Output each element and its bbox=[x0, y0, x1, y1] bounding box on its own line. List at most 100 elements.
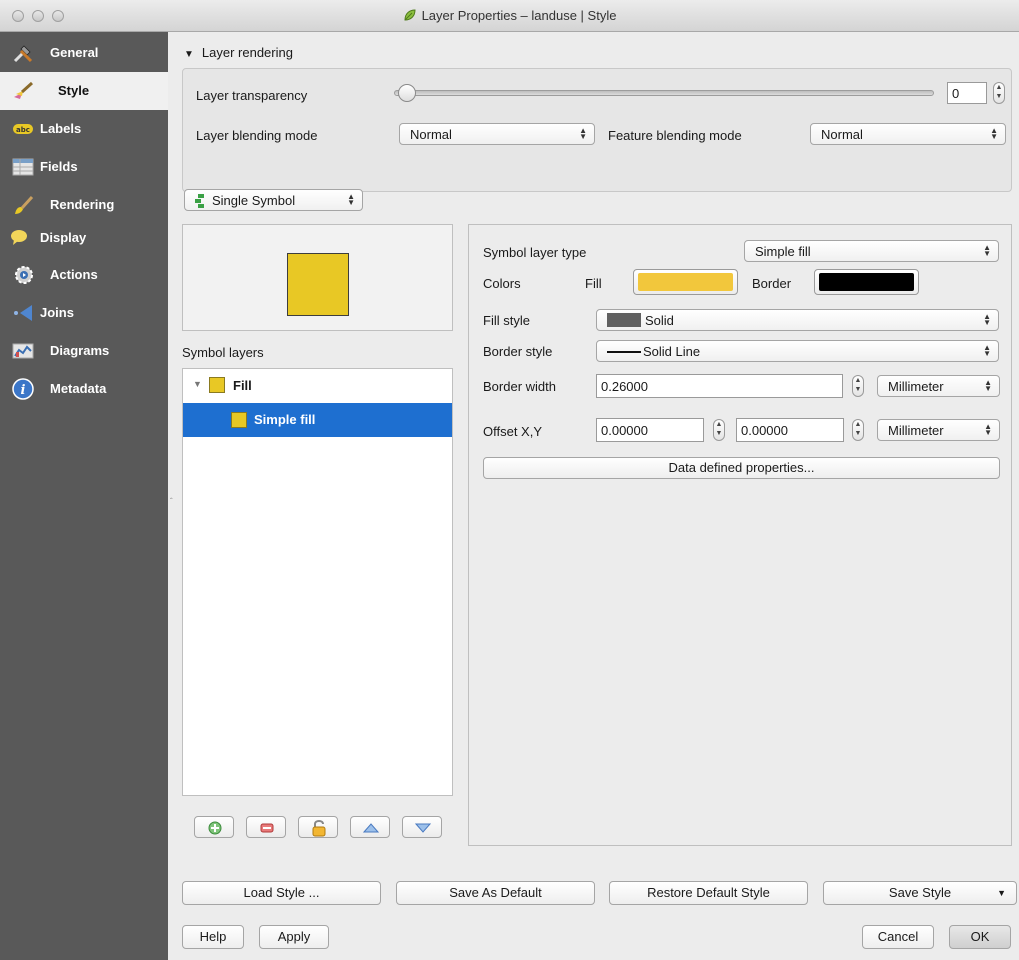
remove-symbol-layer-button[interactable] bbox=[246, 816, 286, 838]
sidebar-item-actions[interactable]: Actions bbox=[0, 256, 168, 294]
help-button[interactable]: Help bbox=[182, 925, 244, 949]
border-style-label: Border style bbox=[483, 344, 553, 359]
sidebar-item-labels[interactable]: abc Labels bbox=[0, 110, 168, 148]
offset-label: Offset X,Y bbox=[483, 424, 543, 439]
tree-item-fill[interactable]: ▼ Fill bbox=[183, 369, 452, 403]
border-color-swatch bbox=[819, 273, 914, 291]
symbol-layer-type-label: Symbol layer type bbox=[483, 245, 587, 260]
colors-label: Colors bbox=[483, 276, 521, 291]
move-layer-down-button[interactable] bbox=[402, 816, 442, 838]
data-defined-properties-button[interactable]: Data defined properties... bbox=[483, 457, 1000, 479]
layer-blending-label: Layer blending mode bbox=[196, 128, 318, 143]
offset-x-input[interactable]: 0.00000 bbox=[596, 418, 704, 442]
border-color-label: Border bbox=[752, 276, 792, 291]
gear-icon bbox=[15, 266, 33, 284]
updown-arrow-icon: ▲ ▼ bbox=[990, 126, 998, 141]
collapse-triangle-icon[interactable]: ▼ bbox=[184, 49, 194, 60]
layer-rendering-header[interactable]: ▼ Layer rendering bbox=[184, 45, 293, 60]
chart-icon bbox=[12, 343, 34, 359]
symbol-layers-tree: ▼ Fill Simple fill bbox=[182, 368, 453, 796]
symbol-layers-label: Symbol layers bbox=[182, 345, 264, 360]
save-as-default-button[interactable]: Save As Default bbox=[396, 881, 595, 905]
speech-bubble-icon bbox=[11, 230, 27, 245]
info-icon: i bbox=[12, 378, 34, 400]
lock-icon bbox=[312, 820, 326, 837]
feature-blending-label: Feature blending mode bbox=[608, 128, 742, 143]
sidebar-item-metadata[interactable]: i Metadata bbox=[0, 370, 168, 408]
splitter-handle[interactable]: ˆ bbox=[170, 497, 173, 506]
single-symbol-icon bbox=[195, 194, 204, 208]
title-bar: Layer Properties – landuse | Style bbox=[0, 0, 1019, 32]
layer-transparency-spinbox[interactable]: 0 bbox=[947, 82, 987, 104]
brush-icon bbox=[15, 195, 34, 214]
restore-default-style-button[interactable]: Restore Default Style bbox=[609, 881, 808, 905]
lock-symbol-layer-button[interactable] bbox=[298, 816, 338, 838]
border-color-button[interactable] bbox=[814, 269, 919, 295]
transparency-stepper[interactable]: ▲ ▼ bbox=[993, 82, 1005, 104]
arrow-up-icon bbox=[363, 823, 379, 833]
tools-icon bbox=[13, 45, 33, 63]
solid-line-preview-icon bbox=[607, 351, 641, 353]
join-arrow-icon bbox=[14, 305, 32, 321]
feature-blending-select[interactable]: Normal ▲ ▼ bbox=[810, 123, 1006, 145]
offset-y-input[interactable]: 0.00000 bbox=[736, 418, 844, 442]
renderer-select[interactable]: Single Symbol ▲ ▼ bbox=[184, 189, 363, 211]
sidebar-item-fields[interactable]: Fields bbox=[0, 148, 168, 186]
cancel-button[interactable]: Cancel bbox=[862, 925, 934, 949]
expand-triangle-icon[interactable]: ▼ bbox=[193, 379, 202, 389]
updown-arrow-icon: ▲ ▼ bbox=[984, 422, 992, 437]
sidebar-item-general[interactable]: General bbox=[0, 34, 168, 72]
fill-color-swatch bbox=[638, 273, 733, 291]
layer-transparency-label: Layer transparency bbox=[196, 88, 308, 103]
fill-style-select[interactable]: Solid ▲ ▼ bbox=[596, 309, 999, 331]
fill-style-label: Fill style bbox=[483, 313, 530, 328]
svg-text:i: i bbox=[21, 383, 26, 398]
border-width-input[interactable]: 0.26000 bbox=[596, 374, 843, 398]
save-style-button[interactable]: Save Style ▼ bbox=[823, 881, 1017, 905]
sidebar-item-diagrams[interactable]: Diagrams bbox=[0, 332, 168, 370]
add-icon bbox=[208, 821, 222, 835]
layer-transparency-slider[interactable] bbox=[394, 90, 934, 96]
offset-unit-select[interactable]: Millimeter ▲ ▼ bbox=[877, 419, 1000, 441]
fill-color-button[interactable] bbox=[633, 269, 738, 295]
border-style-select[interactable]: Solid Line ▲ ▼ bbox=[596, 340, 999, 362]
updown-arrow-icon: ▲ ▼ bbox=[984, 378, 992, 393]
border-width-stepper[interactable]: ▲ ▼ bbox=[852, 375, 864, 397]
sidebar-item-joins[interactable]: Joins bbox=[0, 294, 168, 332]
updown-arrow-icon: ▲ ▼ bbox=[983, 312, 991, 327]
arrow-down-icon bbox=[415, 823, 431, 833]
symbol-preview-swatch bbox=[287, 253, 349, 316]
qgis-leaf-icon bbox=[404, 9, 416, 21]
ok-button[interactable]: OK bbox=[949, 925, 1011, 949]
load-style-button[interactable]: Load Style ... bbox=[182, 881, 381, 905]
fill-swatch-icon bbox=[209, 377, 225, 393]
updown-arrow-icon: ▲ ▼ bbox=[347, 192, 355, 207]
slider-handle[interactable] bbox=[398, 84, 416, 102]
sidebar-item-style[interactable]: Style bbox=[0, 72, 168, 110]
layer-blending-select[interactable]: Normal ▲ ▼ bbox=[399, 123, 595, 145]
tree-item-simple-fill[interactable]: Simple fill bbox=[183, 403, 452, 437]
updown-arrow-icon: ▲ ▼ bbox=[983, 343, 991, 358]
window-title: Layer Properties – landuse | Style bbox=[0, 8, 1019, 23]
offset-y-stepper[interactable]: ▲ ▼ bbox=[852, 419, 864, 441]
remove-icon bbox=[260, 823, 274, 833]
sidebar-item-display[interactable]: Display bbox=[0, 222, 168, 260]
updown-arrow-icon: ▲ ▼ bbox=[579, 126, 587, 141]
add-symbol-layer-button[interactable] bbox=[194, 816, 234, 838]
symbol-layer-type-select[interactable]: Simple fill ▲ ▼ bbox=[744, 240, 999, 262]
dropdown-arrow-icon[interactable]: ▼ bbox=[997, 882, 1006, 904]
border-width-label: Border width bbox=[483, 379, 556, 394]
border-width-unit-select[interactable]: Millimeter ▲ ▼ bbox=[877, 375, 1000, 397]
simple-fill-swatch-icon bbox=[231, 412, 247, 428]
sidebar: General Style abc Labels Fields Renderin… bbox=[0, 32, 168, 960]
paintbrush-icon bbox=[14, 81, 34, 99]
apply-button[interactable]: Apply bbox=[259, 925, 329, 949]
sidebar-item-rendering[interactable]: Rendering bbox=[0, 186, 168, 224]
fill-color-label: Fill bbox=[585, 276, 602, 291]
offset-x-stepper[interactable]: ▲ ▼ bbox=[713, 419, 725, 441]
table-icon bbox=[12, 158, 34, 176]
solid-fill-preview-icon bbox=[607, 313, 641, 327]
style-page: ▼ Layer rendering Layer transparency 0 ▲ ▼… bbox=[168, 32, 1019, 960]
move-layer-up-button[interactable] bbox=[350, 816, 390, 838]
labels-icon: abc bbox=[13, 124, 33, 134]
